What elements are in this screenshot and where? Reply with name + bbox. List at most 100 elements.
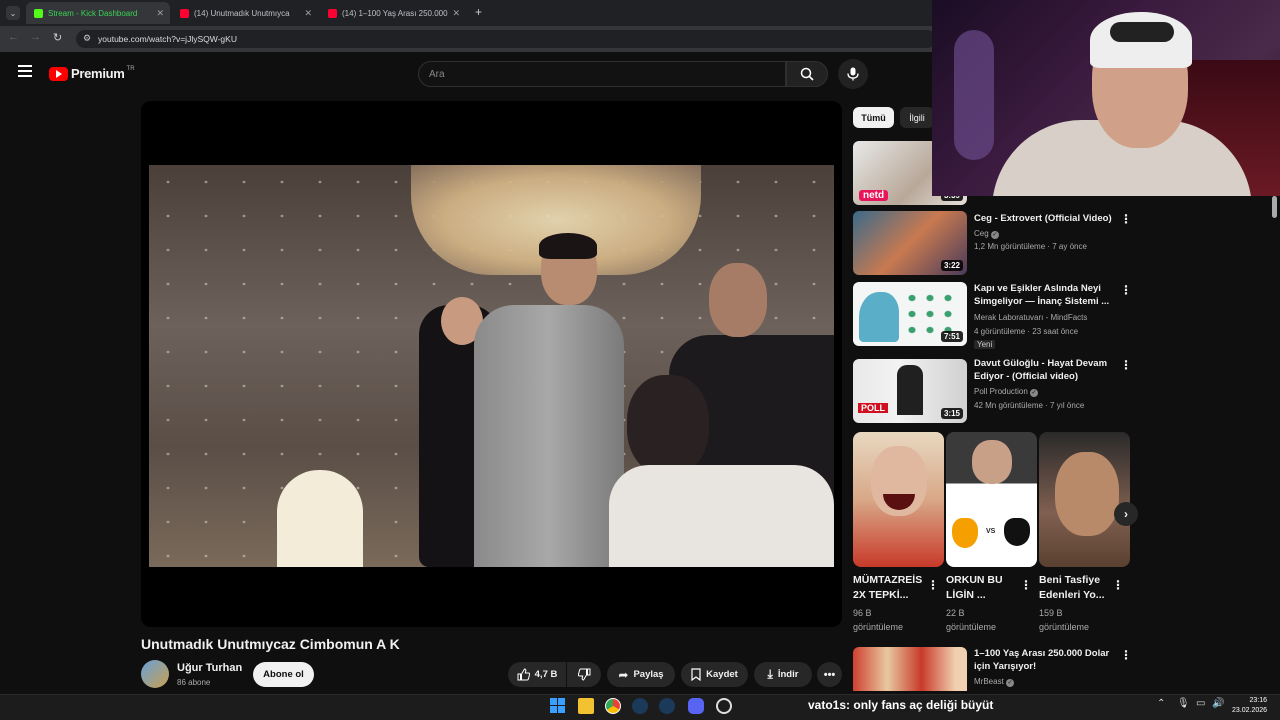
discord-icon[interactable] <box>688 698 704 714</box>
subscriber-count: 86 abone <box>177 678 211 687</box>
channel-avatar[interactable] <box>141 660 169 688</box>
voice-search-button[interactable] <box>838 59 868 89</box>
verified-icon: ✓ <box>1030 389 1039 397</box>
youtube-play-icon <box>49 66 68 81</box>
more-options-icon[interactable]: ⋮ <box>1120 358 1132 372</box>
recommendation-thumbnail[interactable]: 7:51 <box>853 282 967 346</box>
video-frame <box>149 165 834 567</box>
tab-youtube-video[interactable]: (14) Unutmadık Unutmıycaz Ci... ✕ <box>172 2 318 24</box>
logo-text: Premium <box>71 66 125 81</box>
more-options-icon[interactable]: ⋮ <box>927 578 939 592</box>
kick-icon <box>34 8 43 18</box>
short-views: 96 Bgörüntüleme <box>853 608 904 632</box>
new-tab-icon[interactable]: + <box>475 5 482 19</box>
video-duration: 3:15 <box>940 408 963 419</box>
close-icon[interactable]: ✕ <box>452 8 460 19</box>
netd-logo: netd <box>859 190 889 201</box>
short-thumbnail[interactable] <box>1039 432 1130 567</box>
windows-start-icon[interactable] <box>550 698 565 713</box>
display-icon[interactable]: ▭ <box>1196 698 1205 709</box>
chevron-right-icon: › <box>1124 507 1128 521</box>
recommendation-title[interactable]: 1–100 Yaş Arası 250.000 Dolar için Yarış… <box>974 647 1114 673</box>
more-options-icon[interactable]: ⋮ <box>1120 648 1132 662</box>
verified-icon: ✓ <box>1006 679 1015 687</box>
short-title[interactable]: MÜMTAZREİS 2X TEPKİ... <box>853 573 922 603</box>
chat-overlay-message: vato1s: only fans aç deliği büyüt <box>808 698 993 712</box>
thumbs-down-icon <box>577 668 590 681</box>
verified-icon: ✓ <box>990 231 999 239</box>
dislike-button[interactable] <box>567 662 601 687</box>
close-icon[interactable]: ✕ <box>304 8 312 19</box>
search-button[interactable] <box>786 61 828 87</box>
tab-menu-icon[interactable]: ⌄ <box>6 6 20 20</box>
recommendation-thumbnail[interactable] <box>853 647 967 691</box>
search-icon <box>800 67 814 81</box>
chevron-up-icon[interactable]: ⌃ <box>1157 698 1165 709</box>
share-button[interactable]: ➦ Paylaş <box>607 662 675 687</box>
steam-icon[interactable] <box>659 698 675 714</box>
download-icon: ⤓ <box>767 667 773 681</box>
recommendation-title[interactable]: Kapı ve Eşikler Aslında Neyi Simgeliyor … <box>974 282 1114 308</box>
site-info-icon[interactable]: ⚙ <box>83 33 91 44</box>
tab-kick-dashboard[interactable]: Stream - Kick Dashboard ✕ <box>26 2 170 24</box>
recommendation-meta: 1,2 Mn görüntüleme · 7 ay önce <box>974 242 1087 251</box>
recommendation-title[interactable]: Ceg - Extrovert (Official Video) <box>974 212 1114 225</box>
vs-text: VS <box>986 528 996 535</box>
more-options-icon[interactable]: ⋮ <box>1120 212 1132 226</box>
recommendation-channel[interactable]: Poll Production ✓ <box>974 387 1039 397</box>
video-player[interactable] <box>141 101 842 627</box>
chat-text: : only fans aç deliği büyüt <box>846 698 994 712</box>
system-clock[interactable]: 23:16 23.02.2026 <box>1232 696 1267 716</box>
reload-icon[interactable]: ↻ <box>53 31 62 44</box>
search-input[interactable]: Ara <box>418 61 786 87</box>
recommendation-channel[interactable]: Merak Laboratuvarı - MindFacts <box>974 313 1087 322</box>
menu-icon[interactable] <box>18 65 32 77</box>
search-placeholder: Ara <box>429 68 445 80</box>
besiktas-logo <box>1002 516 1032 548</box>
short-thumbnail[interactable]: VS <box>946 432 1037 567</box>
recommendation-meta: 42 Mn görüntüleme · 7 yıl önce <box>974 401 1085 410</box>
more-actions-button[interactable]: ••• <box>817 662 842 687</box>
more-options-icon[interactable]: ⋮ <box>1020 578 1032 592</box>
short-thumbnail[interactable] <box>853 432 944 567</box>
address-bar[interactable]: ⚙ youtube.com/watch?v=jJlySQW-gKU <box>76 30 936 48</box>
more-icon: ••• <box>823 668 836 681</box>
scrollbar[interactable] <box>1272 196 1277 218</box>
more-options-icon[interactable]: ⋮ <box>1112 578 1124 592</box>
file-explorer-icon[interactable] <box>578 698 594 714</box>
like-button[interactable]: 4,7 B <box>508 662 566 687</box>
recommendation-title[interactable]: Davut Güloğlu - Hayat Devam Ediyor - (Of… <box>974 357 1114 383</box>
url-text: youtube.com/watch?v=jJlySQW-gKU <box>98 34 237 44</box>
microphone-icon[interactable]: 🎙 <box>1177 698 1190 709</box>
youtube-logo[interactable]: Premium TR <box>49 66 135 81</box>
tab-label: (14) Unutmadık Unutmıycaz Ci... <box>194 8 290 18</box>
steam-icon[interactable] <box>632 698 648 714</box>
recommendation-thumbnail[interactable]: POLL 3:15 <box>853 359 967 423</box>
subscribe-button[interactable]: Abone ol <box>253 662 314 687</box>
chip-related[interactable]: İlgili <box>900 107 934 128</box>
more-options-icon[interactable]: ⋮ <box>1120 283 1132 297</box>
volume-icon[interactable]: 🔊 <box>1212 698 1224 709</box>
recommendation-channel[interactable]: MrBeast ✓ <box>974 677 1015 687</box>
recommendation-channel[interactable]: Ceg ✓ <box>974 229 999 239</box>
app-icon[interactable] <box>716 698 732 714</box>
video-duration: 7:51 <box>940 331 963 342</box>
forward-icon[interactable]: → <box>30 31 41 43</box>
video-title: Unutmadık Unutmıycaz Cimbomun A K <box>141 636 400 652</box>
close-icon[interactable]: ✕ <box>156 8 164 19</box>
back-icon[interactable]: ← <box>8 31 19 43</box>
chrome-icon[interactable] <box>605 698 621 714</box>
short-title[interactable]: ORKUN BU LİGİN ... <box>946 573 1010 603</box>
thumbs-up-icon <box>517 668 530 681</box>
bookmark-icon <box>691 668 701 681</box>
save-button[interactable]: Kaydet <box>681 662 748 687</box>
recommendation-thumbnail[interactable]: 3:22 <box>853 211 967 275</box>
tab-youtube-mrbeast[interactable]: (14) 1–100 Yaş Arası 250.000 D... ✕ <box>320 2 466 24</box>
short-views: 159 Bgörüntüleme <box>1039 608 1090 632</box>
recommendation-meta: 4 görüntüleme · 23 saat önce <box>974 327 1079 336</box>
shorts-next-button[interactable]: › <box>1114 502 1138 526</box>
channel-name[interactable]: Uğur Turhan <box>177 662 242 674</box>
short-title[interactable]: Beni Tasfiye Edenleri Yo... <box>1039 573 1107 603</box>
chip-all[interactable]: Tümü <box>853 107 894 128</box>
download-button[interactable]: ⤓ İndir <box>754 662 812 687</box>
